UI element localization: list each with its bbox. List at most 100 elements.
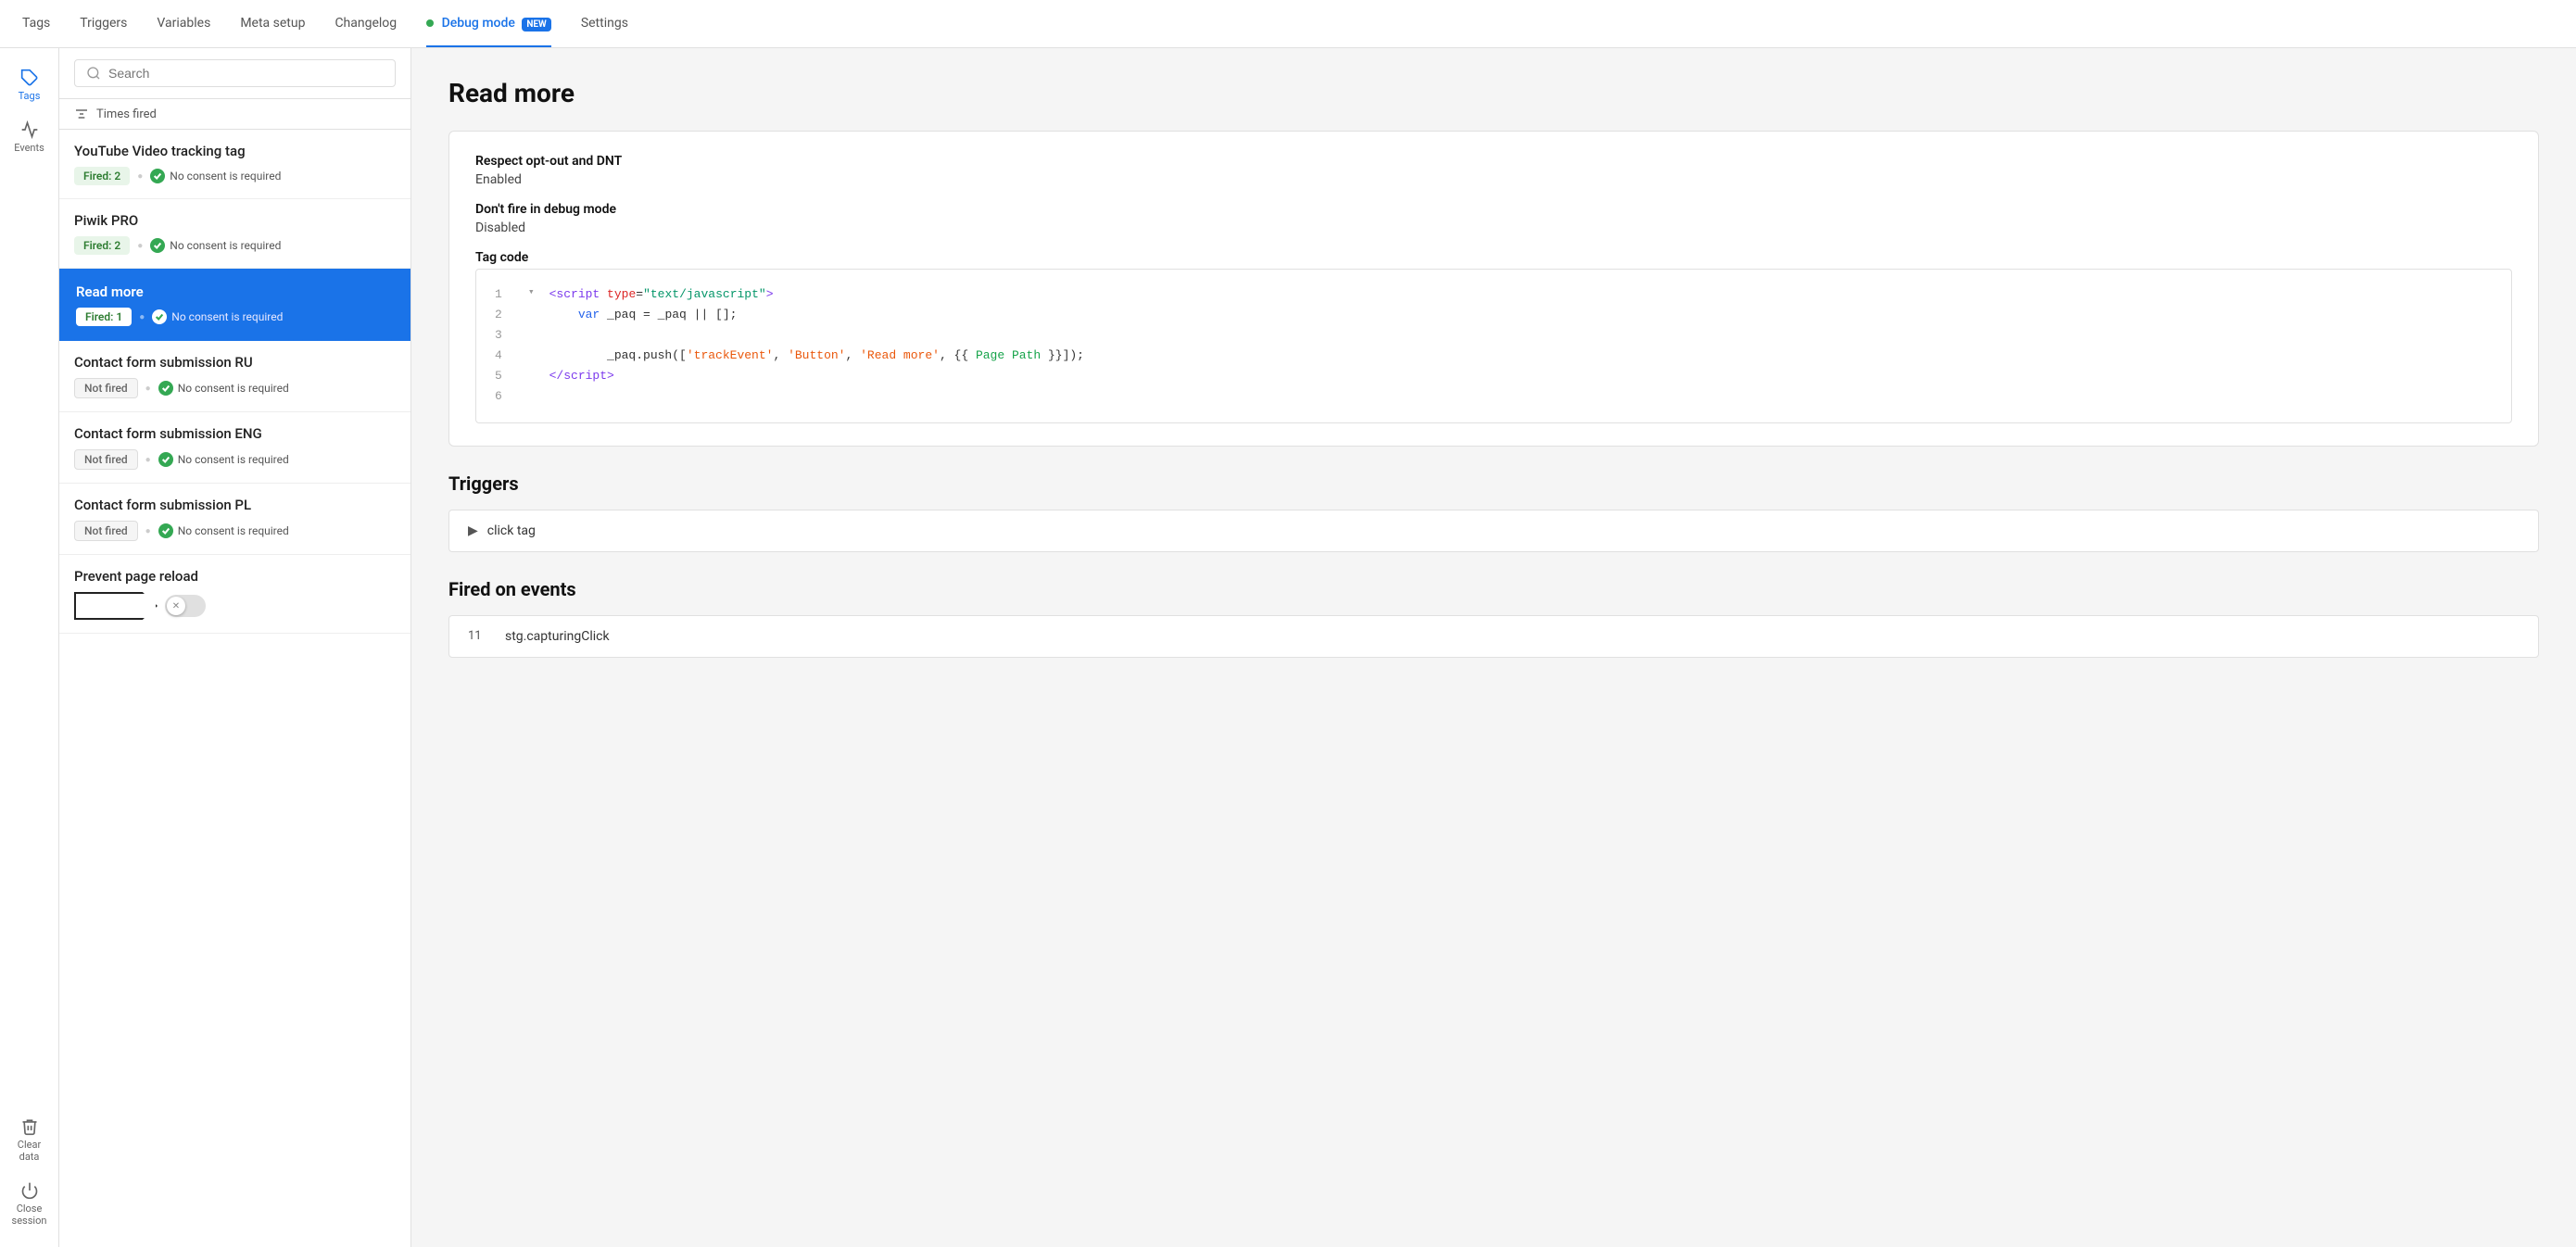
sidebar-bottom: Clear data Close session <box>4 1108 56 1247</box>
code-line-3: 3 <box>495 325 2493 346</box>
fired-badge-read-more: Fired: 1 <box>76 308 132 326</box>
consent-form-eng: No consent is required <box>158 452 289 467</box>
main-layout: Tags Events Clear data <box>0 48 2576 1247</box>
nav-debug-mode[interactable]: Debug mode NEW <box>426 1 551 47</box>
tag-status-piwik: Fired: 2 ● No consent is required <box>74 236 396 255</box>
consent-form-ru: No consent is required <box>158 381 289 396</box>
dot-sep-1: ● <box>137 241 143 251</box>
line-num-6: 6 <box>495 386 513 407</box>
dont-fire-value: Disabled <box>475 220 2512 235</box>
search-icon <box>86 66 101 81</box>
tag-list: YouTube Video tracking tag Fired: 2 ● No… <box>59 130 410 1247</box>
sidebar-icons: Tags Events Clear data <box>0 48 59 1247</box>
consent-check-0 <box>150 169 165 183</box>
sidebar-item-tags[interactable]: Tags <box>4 59 56 111</box>
tag-status-youtube: Fired: 2 ● No consent is required <box>74 167 396 185</box>
code-content-3 <box>549 325 557 346</box>
toggle-knob: ✕ <box>167 597 185 615</box>
tag-list-panel: Times fired YouTube Video tracking tag F… <box>59 48 411 1247</box>
check-icon-0 <box>153 171 162 181</box>
trash-icon <box>20 1117 39 1136</box>
tags-icon <box>20 69 39 87</box>
code-block: 1 ▾ <script type="text/javascript"> 2 va… <box>475 269 2512 423</box>
consent-youtube: No consent is required <box>150 169 281 183</box>
nav-tags[interactable]: Tags <box>22 1 50 47</box>
times-fired-header: Times fired <box>59 99 410 130</box>
tag-code-row: Tag code 1 ▾ <script type="text/javascri… <box>475 250 2512 423</box>
toggle-switch[interactable]: ✕ <box>165 595 206 617</box>
sidebar-events-label: Events <box>14 142 44 154</box>
tag-item-prevent-reload[interactable]: Prevent page reload ✕ <box>59 555 410 634</box>
trigger-item-click-tag[interactable]: ▶ click tag <box>448 510 2539 552</box>
line-num-5: 5 <box>495 366 513 386</box>
not-fired-badge-eng: Not fired <box>74 449 138 470</box>
search-input[interactable] <box>108 66 384 81</box>
check-icon-2 <box>155 312 164 321</box>
tag-item-form-ru[interactable]: Contact form submission RU Not fired ● N… <box>59 341 410 412</box>
tag-code-label: Tag code <box>475 250 2512 265</box>
tag-status-read-more: Fired: 1 ● No consent is required <box>76 308 394 326</box>
code-line-6: 6 <box>495 386 2493 407</box>
check-icon-3 <box>161 384 170 393</box>
event-num: 11 <box>468 629 490 643</box>
dont-fire-label: Don't fire in debug mode <box>475 202 2512 217</box>
tag-name-form-pl: Contact form submission PL <box>74 497 396 513</box>
tag-status-prevent-reload: ✕ <box>74 592 396 620</box>
line-num-4: 4 <box>495 346 513 366</box>
consent-form-pl: No consent is required <box>158 523 289 538</box>
event-name: stg.capturingClick <box>505 629 610 644</box>
not-fired-badge-pl: Not fired <box>74 521 138 541</box>
search-input-wrap[interactable] <box>74 59 396 87</box>
code-line-2: 2 var _paq = _paq || []; <box>495 305 2493 325</box>
close-session-label: Close session <box>11 1203 48 1227</box>
code-content-4: _paq.push(['trackEvent', 'Button', 'Read… <box>549 346 1084 366</box>
main-content: Read more Respect opt-out and DNT Enable… <box>411 48 2576 1247</box>
nav-settings[interactable]: Settings <box>581 1 628 47</box>
code-line-5: 5 </script> <box>495 366 2493 386</box>
info-card: Respect opt-out and DNT Enabled Don't fi… <box>448 131 2539 447</box>
tag-status-form-pl: Not fired ● No consent is required <box>74 521 396 541</box>
respect-opt-out-row: Respect opt-out and DNT Enabled <box>475 154 2512 187</box>
consent-check-3 <box>158 381 173 396</box>
clear-data-label: Clear data <box>11 1139 48 1163</box>
check-icon-5 <box>161 526 170 535</box>
tag-item-form-eng[interactable]: Contact form submission ENG Not fired ● … <box>59 412 410 484</box>
tag-item-form-pl[interactable]: Contact form submission PL Not fired ● N… <box>59 484 410 555</box>
dot-sep-3: ● <box>145 384 151 394</box>
respect-opt-out-label: Respect opt-out and DNT <box>475 154 2512 169</box>
consent-check-2 <box>152 309 167 324</box>
times-fired-label: Times fired <box>96 107 157 121</box>
triggers-section-title: Triggers <box>448 472 2539 495</box>
consent-piwik: No consent is required <box>150 238 281 253</box>
check-icon-4 <box>161 455 170 464</box>
code-content-5: </script> <box>549 366 614 386</box>
code-line-1: 1 ▾ <script type="text/javascript"> <box>495 284 2493 305</box>
code-line-4: 4 _paq.push(['trackEvent', 'Button', 'Re… <box>495 346 2493 366</box>
dot-sep-0: ● <box>137 171 143 182</box>
consent-check-1 <box>150 238 165 253</box>
nav-variables[interactable]: Variables <box>157 1 210 47</box>
tag-item-youtube[interactable]: YouTube Video tracking tag Fired: 2 ● No… <box>59 130 410 199</box>
events-icon <box>20 120 39 139</box>
tag-name-read-more: Read more <box>76 283 394 300</box>
event-item-1: 11 stg.capturingClick <box>448 615 2539 658</box>
close-session-button[interactable]: Close session <box>4 1172 56 1236</box>
tag-name-piwik: Piwik PRO <box>74 212 396 229</box>
trigger-name: click tag <box>487 523 536 538</box>
fired-badge-piwik: Fired: 2 <box>74 236 130 255</box>
tag-item-piwik[interactable]: Piwik PRO Fired: 2 ● No consent is requi… <box>59 199 410 269</box>
nav-changelog[interactable]: Changelog <box>335 1 397 47</box>
sidebar-item-events[interactable]: Events <box>4 111 56 163</box>
dot-sep-5: ● <box>145 526 151 536</box>
tag-name-form-eng: Contact form submission ENG <box>74 425 396 442</box>
top-navigation: Tags Triggers Variables Meta setup Chang… <box>0 0 2576 48</box>
tag-item-read-more[interactable]: Read more Fired: 1 ● No consent is requi… <box>59 269 410 341</box>
nav-triggers[interactable]: Triggers <box>80 1 127 47</box>
clear-data-button[interactable]: Clear data <box>4 1108 56 1172</box>
nav-meta-setup[interactable]: Meta setup <box>240 1 305 47</box>
tag-name-form-ru: Contact form submission RU <box>74 354 396 371</box>
search-bar <box>59 48 410 99</box>
consent-check-5 <box>158 523 173 538</box>
tag-name-prevent-reload: Prevent page reload <box>74 568 396 585</box>
line-num-2: 2 <box>495 305 513 325</box>
